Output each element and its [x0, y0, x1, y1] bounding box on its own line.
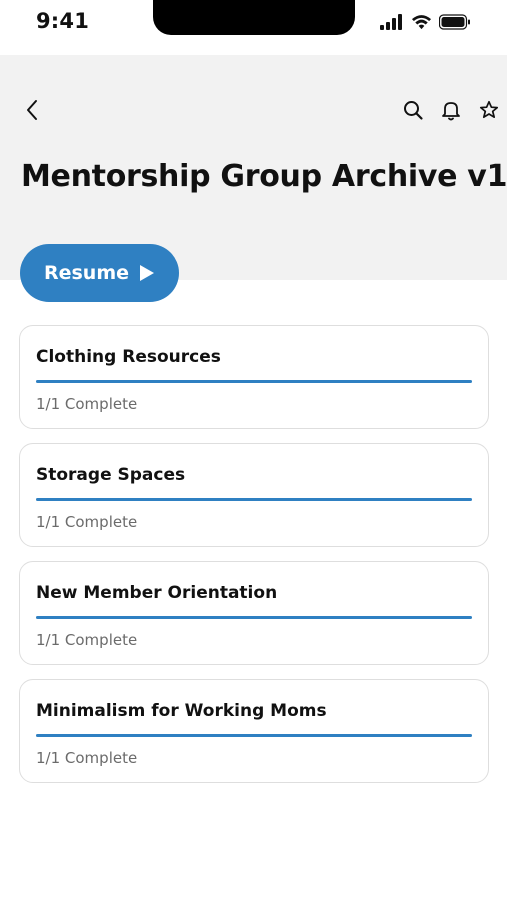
progress-fill [36, 734, 472, 737]
module-card[interactable]: Minimalism for Working Moms 1/1 Complete [19, 679, 489, 783]
module-title: Minimalism for Working Moms [36, 701, 327, 721]
module-title: Storage Spaces [36, 465, 186, 485]
module-status: 1/1 Complete [36, 513, 138, 531]
favorite-button[interactable] [477, 98, 501, 122]
progress-bar [36, 380, 472, 383]
module-title: New Member Orientation [36, 583, 278, 603]
module-card[interactable]: Storage Spaces 1/1 Complete [19, 443, 489, 547]
module-status: 1/1 Complete [36, 631, 138, 649]
progress-bar [36, 498, 472, 501]
play-icon [140, 265, 155, 281]
wifi-icon [411, 15, 432, 30]
back-button[interactable] [20, 98, 44, 122]
progress-fill [36, 380, 472, 383]
module-title: Clothing Resources [36, 347, 221, 367]
module-card[interactable]: New Member Orientation 1/1 Complete [19, 561, 489, 665]
module-list: Clothing Resources 1/1 Complete Storage … [19, 325, 489, 783]
progress-bar [36, 616, 472, 619]
battery-icon [439, 14, 470, 30]
device-notch [153, 0, 355, 35]
resume-button-label: Resume [43, 262, 130, 284]
status-time: 9:41 [36, 9, 90, 33]
module-card[interactable]: Clothing Resources 1/1 Complete [19, 325, 489, 429]
notifications-button[interactable] [439, 98, 463, 122]
progress-bar [36, 734, 472, 737]
status-bar: 9:41 [0, 0, 507, 55]
progress-fill [36, 616, 472, 619]
module-status: 1/1 Complete [36, 395, 138, 413]
signal-icon [380, 14, 402, 30]
status-icons [380, 14, 471, 30]
star-icon [479, 100, 499, 119]
search-button[interactable] [401, 98, 425, 122]
resume-button[interactable]: Resume [20, 244, 179, 302]
search-icon [404, 101, 423, 120]
chevron-left-icon [27, 100, 37, 120]
module-status: 1/1 Complete [36, 749, 138, 767]
progress-fill [36, 498, 472, 501]
bell-icon [442, 102, 460, 121]
page-title: Mentorship Group Archive v1 [21, 159, 507, 194]
header-actions [401, 98, 501, 122]
